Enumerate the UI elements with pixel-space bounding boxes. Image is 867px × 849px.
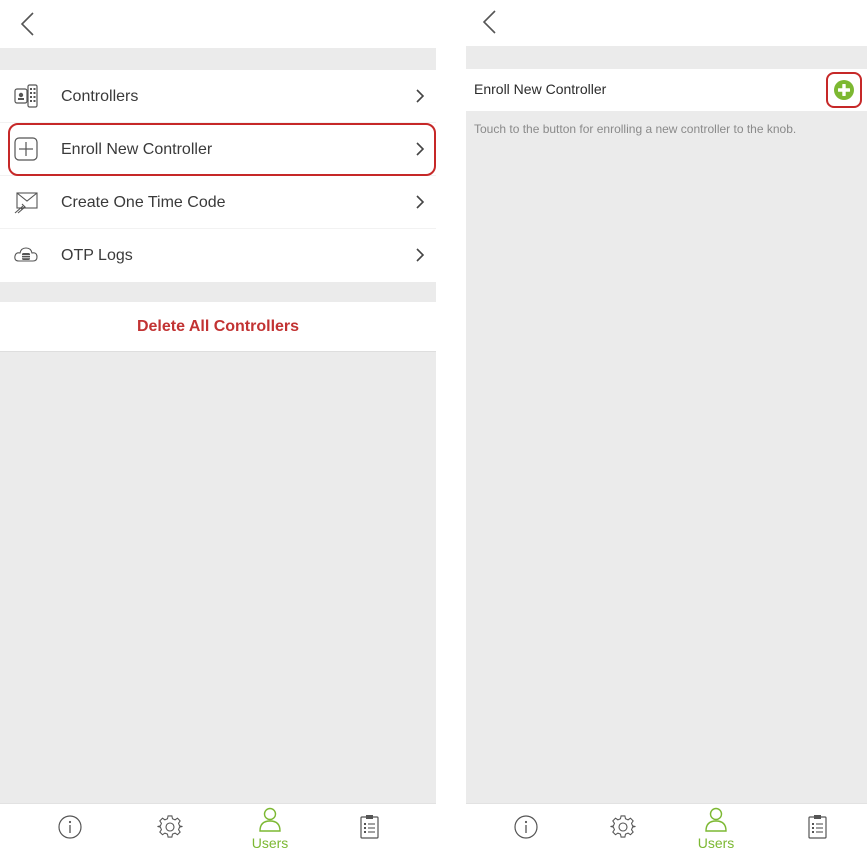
chevron-right-icon [416, 195, 425, 209]
plus-square-icon [14, 137, 38, 161]
tab-users[interactable]: Users [696, 804, 736, 849]
menu-label-enroll: Enroll New Controller [61, 141, 213, 158]
delete-all-controllers-button[interactable]: Delete All Controllers [0, 302, 436, 352]
tab-users[interactable]: Users [250, 804, 290, 849]
clipboard-list-icon [360, 815, 379, 839]
chevron-right-icon [416, 89, 425, 103]
back-button[interactable] [14, 9, 42, 39]
add-controller-button[interactable] [826, 72, 862, 108]
settings-gear-icon [157, 815, 183, 838]
tab-settings[interactable] [603, 804, 643, 849]
menu-label-controllers: Controllers [61, 88, 139, 105]
delete-all-label: Delete All Controllers [136, 318, 300, 335]
menu-item-otp-logs[interactable]: OTP Logs [0, 229, 436, 282]
bottom-tab-bar: Users [0, 803, 436, 849]
menu-item-create-one-time-code[interactable]: Create One Time Code [0, 176, 436, 229]
menu-item-enroll-new-controller[interactable]: Enroll New Controller [0, 123, 436, 176]
back-button[interactable] [476, 7, 504, 37]
tab-reports[interactable] [350, 804, 390, 849]
menu-label-otp: OTP Logs [61, 247, 133, 264]
controllers-screen: Controllers Enroll New Controller Create… [0, 0, 436, 849]
tab-settings[interactable] [150, 804, 190, 849]
chevron-right-icon [416, 248, 425, 262]
chevron-right-icon [416, 142, 425, 156]
info-icon [514, 815, 538, 839]
tab-reports[interactable] [798, 804, 838, 849]
chevron-left-icon [482, 10, 496, 34]
cloud-database-icon [14, 247, 38, 262]
bottom-tab-bar: Users [466, 803, 867, 849]
tab-users-label: Users [251, 835, 289, 849]
tab-info[interactable] [50, 804, 90, 849]
enroll-controller-screen: Enroll New Controller Touch to the butto… [466, 0, 867, 849]
send-envelope-icon [14, 192, 38, 214]
users-icon [259, 807, 281, 832]
menu-item-controllers[interactable]: Controllers [0, 70, 436, 123]
top-bar [466, 0, 867, 46]
enroll-title: Enroll New Controller [474, 81, 607, 97]
controllers-device-icon [14, 84, 38, 108]
users-icon [705, 807, 727, 832]
tab-info[interactable] [506, 804, 546, 849]
plus-circle-icon [834, 80, 854, 100]
info-icon [58, 815, 82, 839]
settings-gear-icon [610, 815, 636, 838]
controller-menu: Controllers Enroll New Controller Create… [0, 70, 436, 282]
menu-label-otc: Create One Time Code [61, 194, 226, 211]
top-bar [0, 0, 436, 48]
enroll-hint-text: Touch to the button for enrolling a new … [474, 122, 797, 136]
enroll-header-row: Enroll New Controller [466, 69, 867, 111]
chevron-left-icon [20, 12, 34, 36]
tab-users-label: Users [697, 835, 735, 849]
clipboard-list-icon [808, 815, 827, 839]
